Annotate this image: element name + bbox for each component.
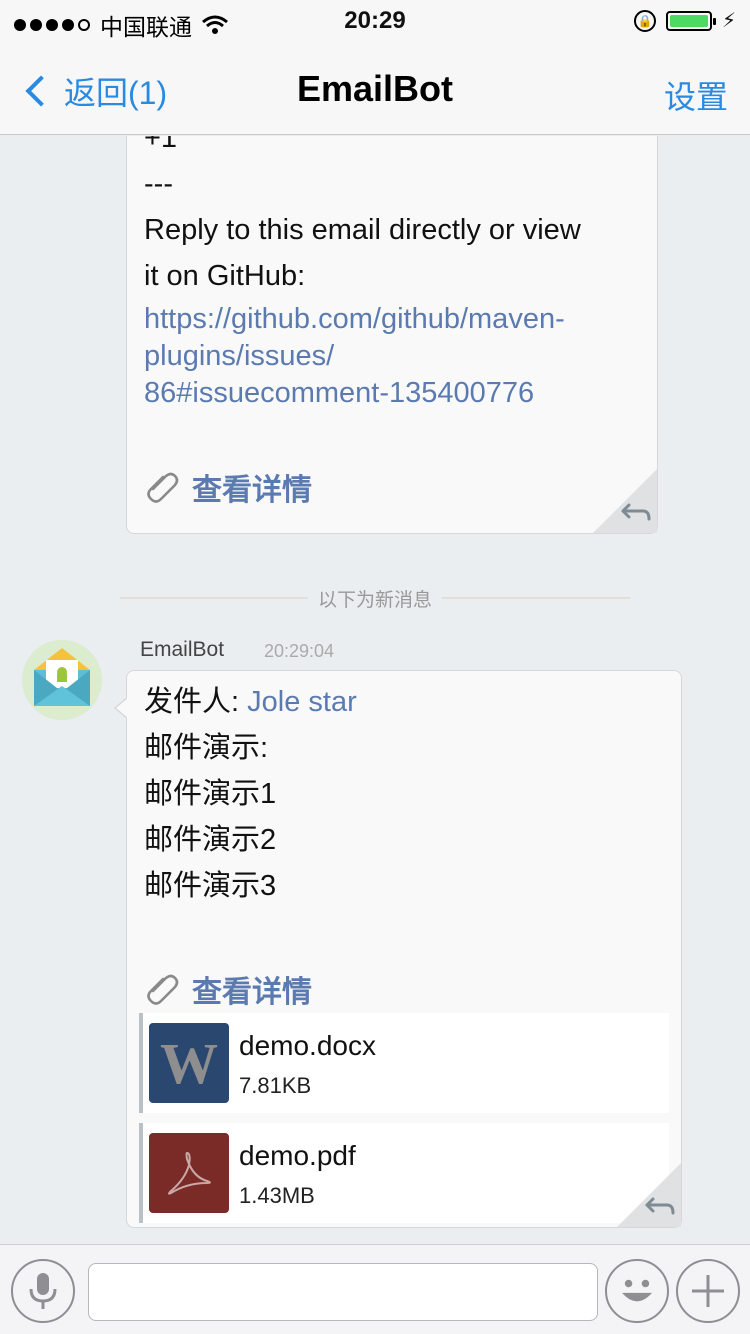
- message-line: it on GitHub:: [144, 260, 306, 292]
- view-details-label: 查看详情: [192, 976, 312, 1009]
- message-input[interactable]: [88, 1263, 598, 1321]
- new-messages-divider: 以下为新消息: [120, 588, 630, 611]
- link-line: https://github.com/github/maven-: [144, 303, 565, 335]
- charging-icon: ⚡: [721, 10, 736, 32]
- back-button-label: 返回(1): [64, 75, 168, 111]
- settings-button[interactable]: 设置: [664, 72, 728, 118]
- attachment-info: demo.docx 7.81KB: [239, 1027, 376, 1099]
- new-message-body: 发件人: Jole star 邮件演示: 邮件演示1 邮件演示2 邮件演示3: [144, 679, 664, 909]
- message-line: +1: [144, 136, 178, 154]
- attachment-info: demo.pdf 1.43MB: [239, 1137, 356, 1209]
- view-details-link[interactable]: 查看详情: [144, 967, 312, 1011]
- status-right: 🔒 ⚡: [633, 8, 736, 33]
- view-details-link[interactable]: 查看详情: [144, 465, 312, 509]
- emoji-button[interactable]: [605, 1259, 669, 1323]
- message-line: 邮件演示3: [144, 870, 277, 902]
- message-line: 邮件演示1: [144, 778, 277, 810]
- navigation-bar: 返回(1) EmailBot 设置: [0, 40, 750, 135]
- chevron-left-icon: [25, 75, 57, 107]
- attachment-size: 1.43MB: [239, 1183, 315, 1208]
- message-line: 邮件演示:: [144, 732, 269, 764]
- plus-icon: [692, 1275, 724, 1307]
- battery-icon: [665, 10, 716, 31]
- attachment-docx[interactable]: W demo.docx 7.81KB: [139, 1013, 669, 1113]
- reply-icon[interactable]: [617, 1163, 681, 1227]
- avatar[interactable]: [22, 640, 102, 720]
- input-bar: [0, 1244, 750, 1334]
- emailbot-avatar-icon: [22, 640, 102, 720]
- attachment-pdf[interactable]: demo.pdf 1.43MB: [139, 1123, 669, 1223]
- divider-label: 以下为新消息: [318, 589, 433, 611]
- acrobat-logo-icon: [168, 1151, 211, 1195]
- new-message-bubble[interactable]: 发件人: Jole star 邮件演示: 邮件演示1 邮件演示2 邮件演示3 查…: [114, 670, 682, 1228]
- rotation-lock-icon: 🔒: [633, 9, 656, 32]
- attachment-name: demo.docx: [239, 1030, 376, 1061]
- from-label: 发件人:: [144, 686, 248, 718]
- github-link[interactable]: https://github.com/github/maven- plugins…: [144, 301, 644, 412]
- more-button[interactable]: [676, 1259, 740, 1323]
- paperclip-icon: [147, 974, 179, 1005]
- back-button[interactable]: 返回(1): [20, 68, 167, 114]
- attachment-name: demo.pdf: [239, 1140, 356, 1171]
- pdf-icon: [149, 1133, 229, 1213]
- message-line: ---: [144, 168, 173, 200]
- link-line: plugins/issues/: [144, 340, 335, 372]
- reply-icon[interactable]: [593, 469, 657, 533]
- message-timestamp: 20:29:04: [264, 641, 335, 661]
- smiley-icon: [622, 1279, 652, 1302]
- voice-button[interactable]: [11, 1259, 75, 1323]
- view-details-label: 查看详情: [192, 474, 312, 507]
- microphone-icon: [29, 1273, 57, 1309]
- previous-message-body: +1 --- Reply to this email directly or v…: [144, 136, 644, 412]
- from-name-link[interactable]: Jole star: [247, 686, 357, 718]
- sender-name: EmailBot: [140, 638, 225, 661]
- from-line: 发件人: Jole star: [144, 679, 664, 725]
- word-doc-icon: W: [149, 1023, 229, 1103]
- previous-message-bubble[interactable]: +1 --- Reply to this email directly or v…: [126, 136, 658, 534]
- paperclip-icon: [147, 472, 179, 503]
- chat-area[interactable]: +1 --- Reply to this email directly or v…: [0, 136, 750, 1244]
- message-line: Reply to this email directly or view: [144, 214, 581, 246]
- message-line: 邮件演示2: [144, 824, 277, 856]
- attachment-size: 7.81KB: [239, 1073, 312, 1098]
- status-bar: 中国联通 20:29 🔒 ⚡: [0, 0, 750, 40]
- link-line: 86#issuecomment-135400776: [144, 377, 535, 409]
